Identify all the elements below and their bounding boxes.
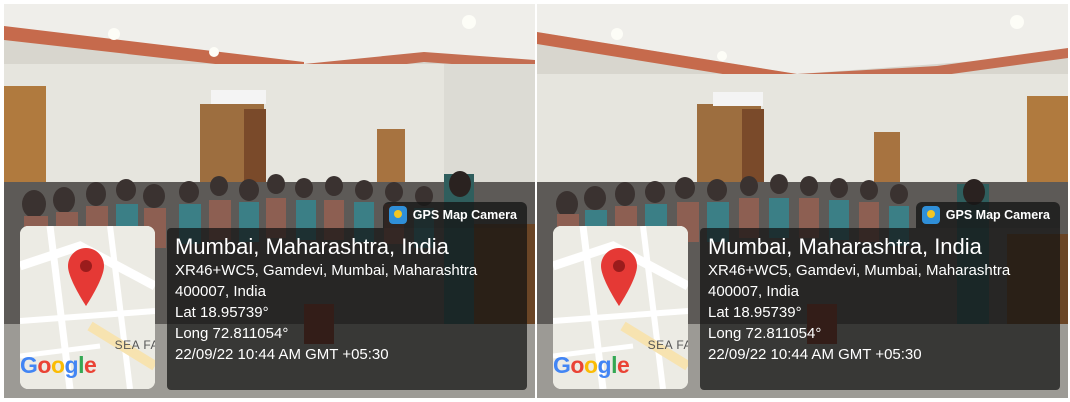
location-info-panel: Mumbai, Maharashtra, India XR46+WC5, Gam… (700, 228, 1060, 390)
location-title: Mumbai, Maharashtra, India (175, 234, 449, 259)
badge-label: GPS Map Camera (412, 208, 517, 222)
map-area-label: SEA FA (114, 338, 155, 352)
location-pin-icon (601, 248, 637, 306)
gps-map-camera-icon (388, 206, 407, 224)
longitude: Long 72.811054° (708, 325, 822, 342)
latitude: Lat 18.95739° (708, 304, 802, 321)
address-line-1: XR46+WC5, Gamdevi, Mumbai, Maharashtra (708, 262, 1011, 279)
gps-map-camera-badge: GPS Map Camera (915, 202, 1060, 228)
location-pin-icon (68, 248, 104, 306)
map-thumbnail: SEA FA Google (20, 226, 155, 389)
address-line-1: XR46+WC5, Gamdevi, Mumbai, Maharashtra (175, 262, 478, 279)
address-line-2: 400007, India (708, 283, 799, 300)
timestamp: 22/09/22 10:44 AM GMT +05:30 (175, 346, 389, 363)
gps-map-camera-icon (921, 206, 940, 224)
geotagged-photo-left: GPS Map Camera SEA FA Google Mumbai, Mah… (4, 4, 535, 398)
google-logo: Google (553, 352, 630, 378)
location-info-panel: Mumbai, Maharashtra, India XR46+WC5, Gam… (167, 228, 527, 390)
address-line-2: 400007, India (175, 283, 266, 300)
map-thumbnail: SEA FA Google (553, 226, 688, 389)
google-logo: Google (20, 352, 97, 378)
longitude: Long 72.811054° (175, 325, 289, 342)
gps-map-camera-badge: GPS Map Camera (382, 202, 527, 228)
badge-label: GPS Map Camera (945, 208, 1050, 222)
map-area-label: SEA FA (647, 338, 688, 352)
location-title: Mumbai, Maharashtra, India (708, 234, 982, 259)
geotagged-photo-right: GPS Map Camera SEA FA Google Mumbai, Mah… (537, 4, 1068, 398)
latitude: Lat 18.95739° (175, 304, 269, 321)
timestamp: 22/09/22 10:44 AM GMT +05:30 (708, 346, 922, 363)
